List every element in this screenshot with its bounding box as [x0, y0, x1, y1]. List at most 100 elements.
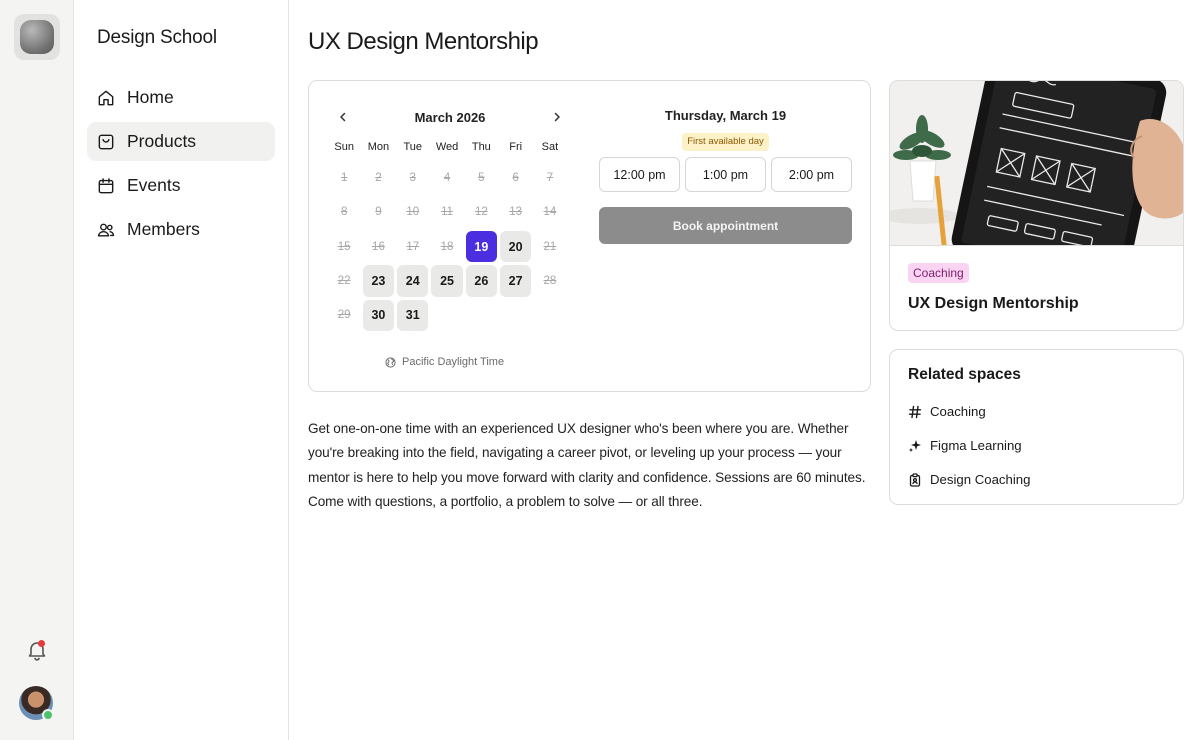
calendar-day-unavailable: 28 — [543, 275, 557, 288]
calendar-day-available[interactable]: 24 — [397, 265, 429, 297]
calendar-day-unavailable: 14 — [543, 206, 557, 219]
calendar-day-unavailable: 18 — [440, 240, 454, 253]
related-space-label: Design Coaching — [930, 472, 1031, 487]
timezone-label[interactable]: Pacific Daylight Time — [385, 356, 504, 368]
sidebar: Design School Home Products Events Membe… — [75, 0, 289, 740]
weekday-label: Mon — [367, 141, 390, 153]
brand-name: Design School — [97, 27, 217, 48]
calendar-day-unavailable: 16 — [372, 240, 385, 253]
related-space-label: Figma Learning — [930, 438, 1022, 453]
sidebar-item-label: Members — [127, 219, 200, 239]
product-description: Get one-on-one time with an experienced … — [308, 421, 866, 509]
clipboard-icon — [909, 472, 921, 487]
weekday-label: Sun — [334, 141, 354, 153]
page-title: UX Design Mentorship — [308, 28, 539, 55]
calendar-day-unavailable: 13 — [509, 206, 523, 219]
sidebar-item-home[interactable]: Home — [87, 78, 275, 117]
calendar-day-unavailable: 1 — [340, 172, 348, 185]
calendar-day-available[interactable]: 25 — [431, 265, 463, 297]
related-space-coaching[interactable]: Coaching — [908, 401, 1165, 422]
product-card-title: UX Design Mentorship — [908, 295, 1079, 312]
calendar-day-unavailable: 5 — [478, 172, 485, 185]
book-appointment-button[interactable]: Book appointment — [599, 207, 852, 244]
product-card-body: Coaching UX Design Mentorship — [890, 246, 1183, 313]
calendar-day-unavailable: 17 — [406, 240, 420, 253]
calendar-day-unavailable: 12 — [474, 206, 488, 219]
home-icon — [98, 90, 114, 105]
notification-dot — [38, 640, 45, 647]
next-month-button[interactable] — [547, 107, 567, 127]
calendar-day-available[interactable]: 27 — [499, 265, 532, 297]
first-available-badge: First available day — [682, 133, 769, 151]
sidebar-item-members[interactable]: Members — [87, 210, 275, 249]
logo-mark — [20, 20, 54, 54]
calendar-day-unavailable: 6 — [512, 172, 519, 185]
sidebar-item-events[interactable]: Events — [87, 166, 275, 205]
chevron-right-icon — [554, 112, 560, 122]
calendar-day-available[interactable]: 20 — [499, 231, 532, 263]
weekday-label: Sat — [541, 141, 559, 153]
calendar-day-available[interactable]: 31 — [397, 299, 429, 331]
calendar-day-unavailable: 9 — [375, 206, 382, 219]
calendar-day-unavailable: 15 — [337, 240, 351, 253]
weekday-header: Sun Mon Tue Wed Thu Fri Sat — [327, 137, 573, 157]
sidebar-item-label: Home — [127, 87, 174, 107]
calendar-day-unavailable: 8 — [340, 206, 348, 219]
related-spaces-panel: Related spaces Coaching Figma Learning D… — [889, 349, 1184, 505]
chevron-left-icon — [340, 112, 346, 122]
selected-date-label: Thursday, March 19 — [664, 108, 787, 123]
time-slot-button[interactable]: 2:00 pm — [771, 157, 852, 192]
category-tag: Coaching — [908, 263, 969, 283]
related-space-design-coaching[interactable]: Design Coaching — [908, 469, 1165, 490]
timezone-text: Pacific Daylight Time — [402, 356, 505, 368]
hash-icon — [908, 405, 922, 418]
calendar-day-selected[interactable]: 19 — [465, 231, 497, 263]
time-slots-panel: Thursday, March 19 First available day 1… — [599, 105, 852, 244]
calendar-icon — [98, 177, 114, 193]
calendar-header: March 2026 — [327, 105, 573, 129]
weekday-label: Wed — [435, 141, 459, 153]
main-content: UX Design Mentorship March 2026 Sun Mon Tu… — [290, 0, 1200, 740]
calendar-day-grid: 1 2 3 4 5 6 7 8 9 10 11 12 13 14 15 16 17 18 19 20 21 22 23 24 2… — [327, 161, 573, 332]
calendar: March 2026 Sun Mon Tue Wed Thu Fri Sat 1234567… — [327, 105, 573, 332]
workspace-logo[interactable] — [14, 14, 60, 60]
sidebar-nav: Home Products Events Members — [87, 78, 275, 254]
tablet-wireframe-illustration — [890, 81, 1183, 245]
icon-rail — [0, 0, 74, 740]
calendar-day-unavailable: 21 — [543, 240, 557, 253]
booking-widget: March 2026 Sun Mon Tue Wed Thu Fri Sat 1234567… — [308, 80, 871, 392]
calendar-day-unavailable: 11 — [441, 206, 454, 219]
calendar-day-unavailable: 22 — [337, 275, 351, 288]
calendar-day-unavailable: 7 — [546, 172, 554, 185]
calendar-day-available[interactable]: 26 — [465, 265, 497, 297]
members-icon — [97, 223, 115, 237]
calendar-day-unavailable: 2 — [375, 172, 382, 185]
product-image — [890, 81, 1183, 246]
calendar-day-available[interactable]: 30 — [362, 299, 395, 331]
calendar-month-label: March 2026 — [414, 109, 486, 125]
sidebar-item-products[interactable]: Products — [87, 122, 275, 161]
calendar-day-unavailable: 10 — [406, 206, 420, 219]
related-spaces-title: Related spaces — [908, 366, 1021, 383]
weekday-label: Tue — [403, 141, 423, 153]
calendar-day-unavailable: 4 — [443, 172, 451, 185]
time-slot-list: 12:00 pm 1:00 pm 2:00 pm — [599, 157, 852, 192]
previous-month-button[interactable] — [333, 107, 353, 127]
related-space-label: Coaching — [930, 404, 986, 419]
globe-icon — [385, 356, 396, 368]
badge-row: First available day — [599, 131, 852, 151]
time-slot-button[interactable]: 12:00 pm — [599, 157, 680, 192]
calendar-day-unavailable: 3 — [409, 172, 416, 185]
product-card[interactable]: Coaching UX Design Mentorship — [889, 80, 1184, 331]
sidebar-item-label: Events — [127, 175, 181, 195]
online-status-indicator — [42, 709, 54, 721]
bag-icon — [98, 134, 114, 149]
related-space-figma-learning[interactable]: Figma Learning — [908, 435, 1165, 456]
weekday-label: Fri — [509, 141, 523, 153]
weekday-label: Thu — [471, 141, 491, 153]
time-slot-button[interactable]: 1:00 pm — [685, 157, 766, 192]
calendar-day-available[interactable]: 23 — [362, 265, 395, 297]
notification-bell-icon[interactable] — [25, 638, 49, 662]
sidebar-item-label: Products — [127, 131, 197, 151]
sparkle-icon — [909, 439, 921, 452]
